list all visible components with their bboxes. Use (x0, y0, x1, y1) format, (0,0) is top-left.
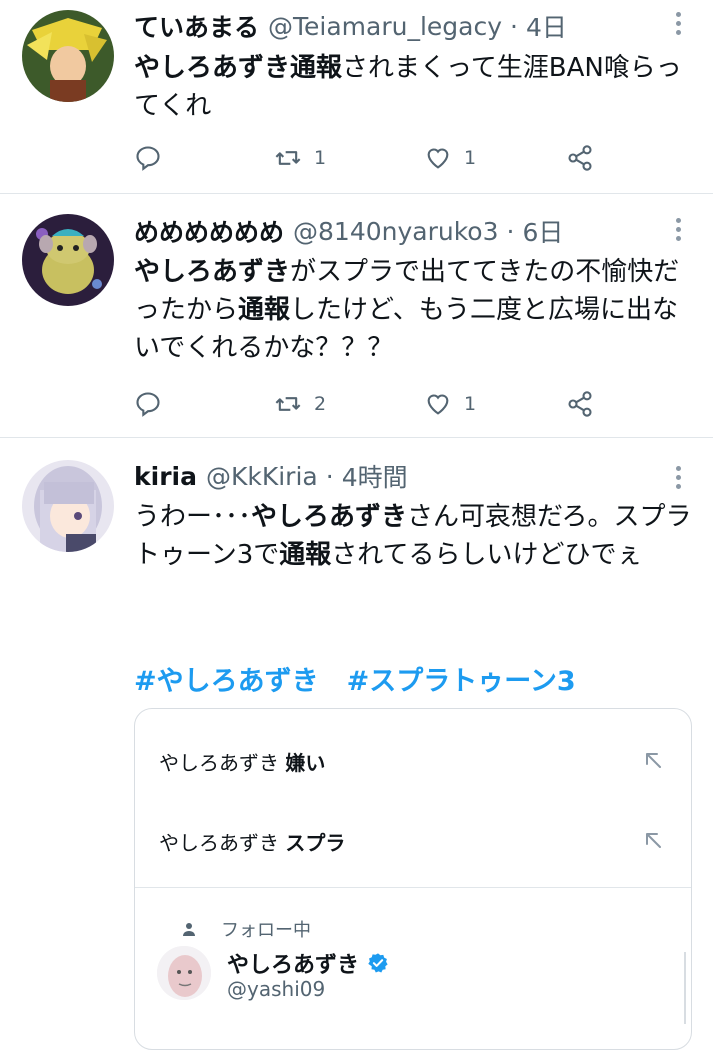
reply-button[interactable] (134, 389, 174, 419)
following-label: フォロー中 (221, 920, 311, 941)
user-handle[interactable]: @KkKiria (206, 462, 318, 491)
user-display-name: やしろあずき (227, 953, 360, 978)
suggestion-bold: スプラ (285, 830, 346, 855)
hashtag-link[interactable]: #スプラトゥーン3 (347, 666, 576, 697)
tweet-time[interactable]: 4日 (526, 8, 567, 44)
hashtags: #やしろあずき #スプラトゥーン3 (134, 659, 604, 698)
reply-icon (136, 392, 160, 417)
like-icon (427, 394, 449, 415)
tweet-header: kiria @KkKiria · 4時間 (134, 458, 408, 494)
retweet-icon (275, 151, 301, 165)
suggestion-text: やしろあずき スプラ (159, 827, 345, 856)
separator-dot: · (510, 11, 518, 41)
reply-button[interactable] (134, 143, 174, 173)
display-name[interactable]: めめめめめめ (134, 213, 284, 249)
highlight-term: 通報 (238, 295, 291, 325)
highlight-term: やしろあずき (134, 53, 291, 83)
share-icon (568, 145, 592, 171)
like-icon (427, 148, 449, 169)
text-segment: されてるらしいけどひでぇ (331, 540, 643, 570)
suggestion-text: やしろあずき 嫌い (159, 747, 325, 776)
tweet-2[interactable]: めめめめめめ @8140nyaruko3 · 6日 やしろあずきがスプラで出てて… (0, 194, 713, 437)
user-name[interactable]: やしろあずき (227, 947, 389, 979)
text-segment: うわー･･･ (134, 502, 252, 532)
search-suggestion-card: やしろあずき 嫌い やしろあずき スプラ フォロー中 やしろあずき @yashi… (134, 708, 692, 1050)
share-button[interactable] (566, 143, 594, 173)
search-suggestion[interactable]: やしろあずき スプラ (135, 816, 691, 866)
avatar-kiria[interactable] (22, 460, 114, 552)
tweet-time[interactable]: 6日 (522, 213, 563, 249)
suggestion-base: やしろあずき (159, 750, 286, 775)
tweet-actions: 1 1 (134, 143, 604, 173)
highlight-term: やしろあずき (251, 502, 408, 532)
following-indicator: フォロー中 (181, 916, 311, 942)
avatar-teiamaru[interactable] (22, 10, 114, 102)
search-suggestion[interactable]: やしろあずき 嫌い (135, 736, 691, 786)
like-button[interactable]: 1 (424, 143, 476, 173)
retweet-count: 1 (314, 147, 327, 169)
suggestion-base: やしろあずき (159, 830, 286, 855)
hashtag-link[interactable]: #やしろあずき (134, 666, 319, 697)
tweet-text: うわー･･･やしろあずきさん可哀想だろ。スプラトゥーン3で通報されてるらしいけど… (134, 498, 694, 574)
suggestion-bold: 嫌い (285, 750, 326, 775)
arrow-up-left-icon[interactable] (641, 748, 665, 772)
avatar-yashiro[interactable] (157, 946, 211, 1000)
retweet-button[interactable]: 2 (274, 389, 326, 419)
tweet-actions: 2 1 (134, 389, 604, 419)
more-icon[interactable] (667, 214, 689, 244)
more-icon[interactable] (667, 462, 689, 492)
retweet-icon (275, 397, 301, 411)
person-icon (183, 923, 195, 936)
highlight-term: 通報 (290, 53, 343, 83)
more-icon[interactable] (667, 8, 689, 38)
reply-icon (136, 146, 160, 171)
verified-badge-icon (368, 953, 388, 973)
tweet-header: ていあまる @Teiamaru_legacy · 4日 (134, 8, 567, 44)
display-name[interactable]: kiria (134, 462, 197, 491)
avatar-memememe[interactable] (22, 214, 114, 306)
tweet-header: めめめめめめ @8140nyaruko3 · 6日 (134, 213, 563, 249)
scrollbar[interactable] (684, 952, 692, 1024)
separator-dot: · (506, 216, 515, 246)
user-handle[interactable]: @yashi09 (227, 977, 325, 1001)
display-name[interactable]: ていあまる (134, 8, 259, 44)
like-button[interactable]: 1 (424, 389, 476, 419)
user-handle[interactable]: @Teiamaru_legacy (268, 12, 502, 41)
like-count: 1 (464, 147, 477, 169)
tweet-text: やしろあずき通報されまくって生涯BAN喰らってくれ (134, 49, 694, 125)
tweet-1[interactable]: ていあまる @Teiamaru_legacy · 4日 やしろあずき通報されまく… (0, 0, 713, 193)
tweet-text: やしろあずきがスプラで出ててきたの不愉快だったから通報したけど、もう二度と広場に… (134, 253, 694, 367)
retweet-button[interactable]: 1 (274, 143, 326, 173)
retweet-count: 2 (314, 393, 327, 415)
user-handle[interactable]: @8140nyaruko3 (293, 217, 499, 246)
highlight-term: 通報 (279, 540, 332, 570)
share-icon (568, 391, 592, 417)
card-divider (135, 887, 691, 888)
arrow-up-left-icon[interactable] (641, 828, 665, 852)
highlight-term: やしろあずき (134, 257, 291, 287)
separator-dot: · (325, 461, 334, 491)
like-count: 1 (464, 393, 477, 415)
share-button[interactable] (566, 389, 594, 419)
tweet-time[interactable]: 4時間 (342, 458, 408, 494)
